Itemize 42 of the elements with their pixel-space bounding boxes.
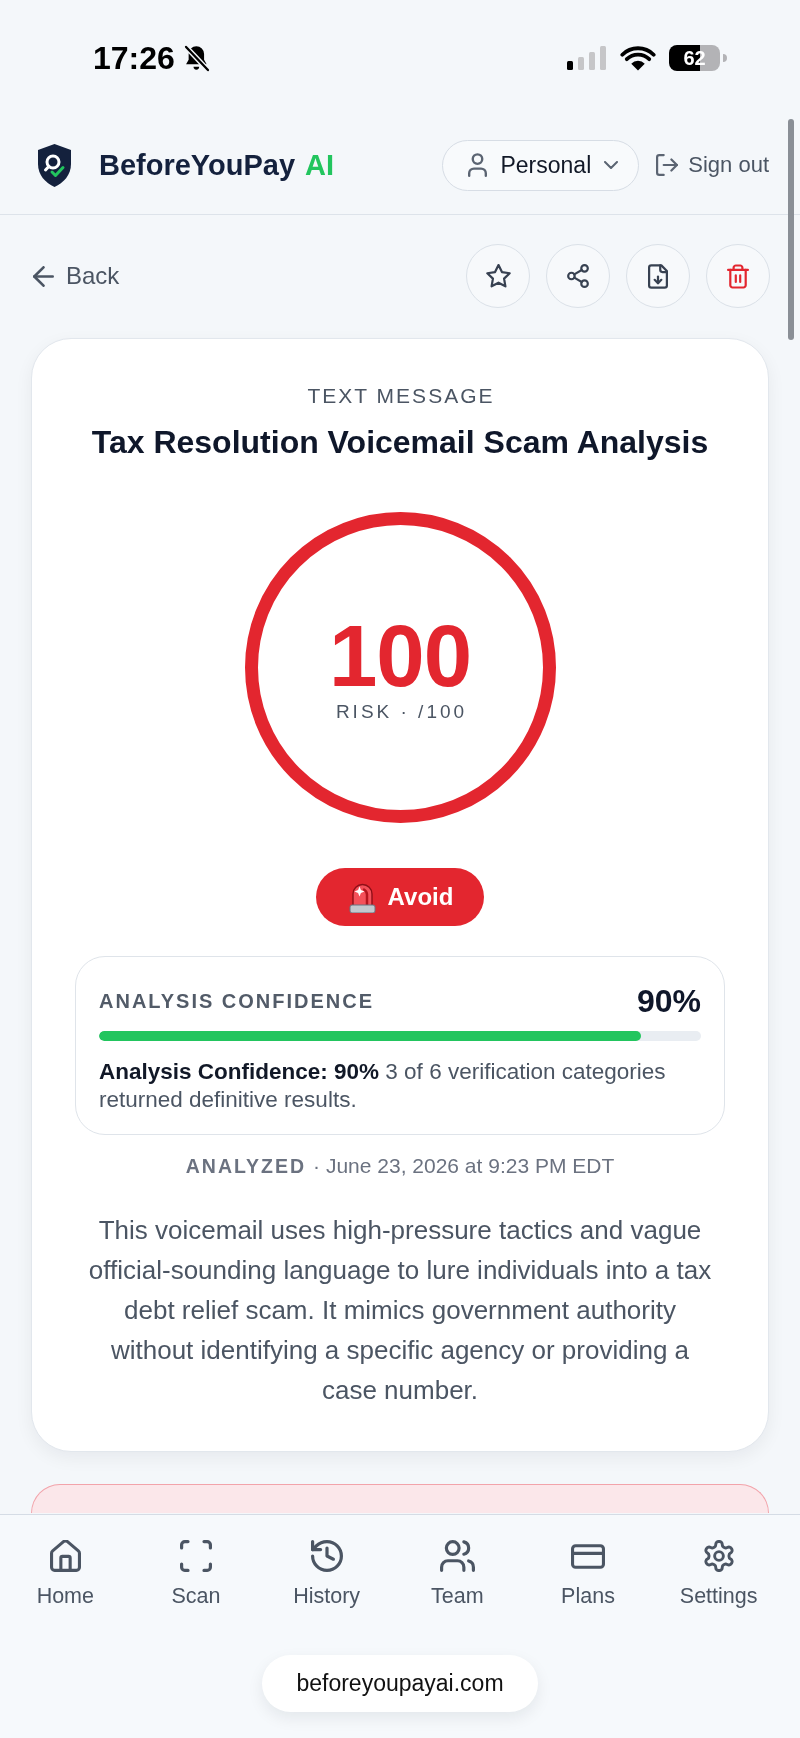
nav-item[interactable]: History <box>293 1540 361 1608</box>
account-switcher[interactable]: Personal <box>442 139 640 191</box>
file-download-icon <box>648 263 668 289</box>
nav-item[interactable]: Team <box>431 1540 484 1608</box>
settings-icon <box>702 1540 735 1572</box>
summary-text: This voicemail uses high-pressure tactics and vague official-sounding language to lure individuals into a tax debt relief scam. It mimics government authority without identifying a specific agency or providing a case number. <box>87 1214 713 1407</box>
trash-icon <box>727 263 749 289</box>
home-icon <box>49 1540 81 1572</box>
users-icon <box>439 1540 475 1572</box>
report-title: Tax Resolution Voicemail Scam Analysis <box>91 423 709 461</box>
back-button[interactable]: Back <box>33 261 120 291</box>
nav-item[interactable]: Plans <box>561 1540 615 1608</box>
cellular-signal-icon <box>567 46 607 70</box>
risk-score: 100 <box>328 611 472 701</box>
log-out-icon <box>656 154 679 176</box>
sign-out-button[interactable]: Sign out <box>656 152 769 178</box>
star-icon <box>485 264 511 288</box>
shield-logo-icon <box>36 142 73 188</box>
bell-slash-icon <box>183 44 210 72</box>
wifi-icon <box>620 45 656 71</box>
source-type-label: TEXT MESSAGE <box>306 383 495 409</box>
scan-frame-icon <box>180 1540 212 1572</box>
share-icon <box>567 264 589 288</box>
confidence-note: Analysis Confidence: 90% 3 of 6 verification categories returned definitive results. <box>99 1058 667 1114</box>
analyzed-date: · June 23, 2026 at 9:23 PM EDT <box>313 1153 615 1179</box>
nav-item[interactable]: Scan <box>171 1540 221 1608</box>
status-time: 17:26 <box>93 40 175 76</box>
url-bar[interactable]: beforeyoupayai.com <box>262 1655 538 1712</box>
brand-suffix: AI <box>305 148 335 182</box>
credit-card-icon <box>571 1543 605 1569</box>
siren-icon <box>348 881 376 913</box>
nav-item[interactable]: Settings <box>679 1540 758 1608</box>
history-icon <box>310 1540 343 1572</box>
confidence-label: ANALYSIS CONFIDENCE <box>99 989 375 1013</box>
confidence-value: 90% <box>636 983 701 1019</box>
chevron-down-icon <box>604 161 619 169</box>
analyzed-label: ANALYZED <box>185 1154 307 1179</box>
user-icon <box>468 153 488 177</box>
verdict-badge: Avoid <box>315 868 485 926</box>
brand-name: BeforeYouPay <box>99 148 296 182</box>
risk-caption: RISK · /100 <box>334 700 468 724</box>
nav-item[interactable]: Home <box>36 1540 94 1608</box>
